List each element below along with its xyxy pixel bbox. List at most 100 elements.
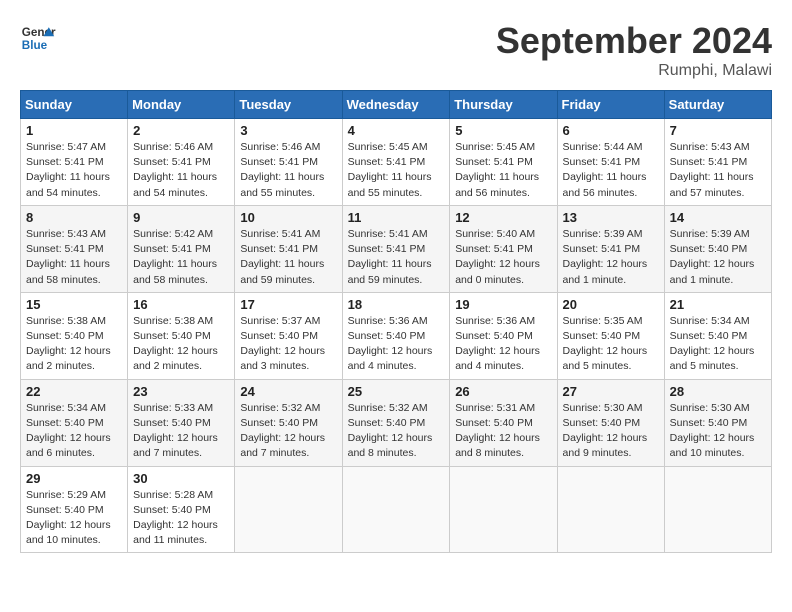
calendar-week-3: 15 Sunrise: 5:38 AMSunset: 5:40 PMDaylig… — [21, 292, 772, 379]
calendar-day-5: 5 Sunrise: 5:45 AMSunset: 5:41 PMDayligh… — [450, 119, 557, 206]
weekday-header-thursday: Thursday — [450, 91, 557, 119]
day-info: Sunrise: 5:35 AMSunset: 5:40 PMDaylight:… — [563, 314, 659, 375]
empty-day — [450, 466, 557, 553]
calendar-week-5: 29 Sunrise: 5:29 AMSunset: 5:40 PMDaylig… — [21, 466, 772, 553]
day-number: 27 — [563, 384, 659, 399]
day-number: 22 — [26, 384, 122, 399]
calendar-day-2: 2 Sunrise: 5:46 AMSunset: 5:41 PMDayligh… — [128, 119, 235, 206]
day-info: Sunrise: 5:33 AMSunset: 5:40 PMDaylight:… — [133, 401, 229, 462]
day-number: 4 — [348, 123, 445, 138]
weekday-header-friday: Friday — [557, 91, 664, 119]
day-info: Sunrise: 5:38 AMSunset: 5:40 PMDaylight:… — [26, 314, 122, 375]
day-info: Sunrise: 5:43 AMSunset: 5:41 PMDaylight:… — [26, 227, 122, 288]
calendar-day-23: 23 Sunrise: 5:33 AMSunset: 5:40 PMDaylig… — [128, 379, 235, 466]
calendar-week-1: 1 Sunrise: 5:47 AMSunset: 5:41 PMDayligh… — [21, 119, 772, 206]
calendar-day-7: 7 Sunrise: 5:43 AMSunset: 5:41 PMDayligh… — [664, 119, 771, 206]
calendar-day-27: 27 Sunrise: 5:30 AMSunset: 5:40 PMDaylig… — [557, 379, 664, 466]
day-info: Sunrise: 5:30 AMSunset: 5:40 PMDaylight:… — [563, 401, 659, 462]
day-info: Sunrise: 5:46 AMSunset: 5:41 PMDaylight:… — [133, 140, 229, 201]
day-number: 1 — [26, 123, 122, 138]
weekday-header-wednesday: Wednesday — [342, 91, 450, 119]
day-number: 16 — [133, 297, 229, 312]
day-number: 30 — [133, 471, 229, 486]
day-number: 24 — [240, 384, 336, 399]
day-info: Sunrise: 5:39 AMSunset: 5:40 PMDaylight:… — [670, 227, 766, 288]
day-number: 8 — [26, 210, 122, 225]
day-number: 2 — [133, 123, 229, 138]
day-info: Sunrise: 5:43 AMSunset: 5:41 PMDaylight:… — [670, 140, 766, 201]
day-number: 10 — [240, 210, 336, 225]
day-number: 14 — [670, 210, 766, 225]
day-number: 15 — [26, 297, 122, 312]
weekday-header-sunday: Sunday — [21, 91, 128, 119]
calendar-day-6: 6 Sunrise: 5:44 AMSunset: 5:41 PMDayligh… — [557, 119, 664, 206]
day-number: 5 — [455, 123, 551, 138]
day-number: 12 — [455, 210, 551, 225]
day-info: Sunrise: 5:30 AMSunset: 5:40 PMDaylight:… — [670, 401, 766, 462]
day-info: Sunrise: 5:45 AMSunset: 5:41 PMDaylight:… — [455, 140, 551, 201]
calendar-day-24: 24 Sunrise: 5:32 AMSunset: 5:40 PMDaylig… — [235, 379, 342, 466]
weekday-header-monday: Monday — [128, 91, 235, 119]
day-number: 28 — [670, 384, 766, 399]
day-number: 29 — [26, 471, 122, 486]
day-info: Sunrise: 5:34 AMSunset: 5:40 PMDaylight:… — [26, 401, 122, 462]
day-info: Sunrise: 5:44 AMSunset: 5:41 PMDaylight:… — [563, 140, 659, 201]
calendar-day-30: 30 Sunrise: 5:28 AMSunset: 5:40 PMDaylig… — [128, 466, 235, 553]
day-info: Sunrise: 5:41 AMSunset: 5:41 PMDaylight:… — [240, 227, 336, 288]
weekday-header-tuesday: Tuesday — [235, 91, 342, 119]
day-info: Sunrise: 5:38 AMSunset: 5:40 PMDaylight:… — [133, 314, 229, 375]
day-info: Sunrise: 5:32 AMSunset: 5:40 PMDaylight:… — [348, 401, 445, 462]
day-number: 23 — [133, 384, 229, 399]
calendar-day-29: 29 Sunrise: 5:29 AMSunset: 5:40 PMDaylig… — [21, 466, 128, 553]
day-number: 17 — [240, 297, 336, 312]
day-info: Sunrise: 5:40 AMSunset: 5:41 PMDaylight:… — [455, 227, 551, 288]
calendar-day-8: 8 Sunrise: 5:43 AMSunset: 5:41 PMDayligh… — [21, 205, 128, 292]
calendar-day-16: 16 Sunrise: 5:38 AMSunset: 5:40 PMDaylig… — [128, 292, 235, 379]
calendar-day-10: 10 Sunrise: 5:41 AMSunset: 5:41 PMDaylig… — [235, 205, 342, 292]
logo-icon: General Blue — [20, 20, 56, 56]
calendar-week-4: 22 Sunrise: 5:34 AMSunset: 5:40 PMDaylig… — [21, 379, 772, 466]
weekday-header-saturday: Saturday — [664, 91, 771, 119]
empty-day — [342, 466, 450, 553]
empty-day — [557, 466, 664, 553]
page-header: General Blue September 2024 Rumphi, Mala… — [20, 20, 772, 80]
day-number: 6 — [563, 123, 659, 138]
calendar-day-11: 11 Sunrise: 5:41 AMSunset: 5:41 PMDaylig… — [342, 205, 450, 292]
day-number: 7 — [670, 123, 766, 138]
calendar-day-22: 22 Sunrise: 5:34 AMSunset: 5:40 PMDaylig… — [21, 379, 128, 466]
calendar-day-28: 28 Sunrise: 5:30 AMSunset: 5:40 PMDaylig… — [664, 379, 771, 466]
calendar-day-13: 13 Sunrise: 5:39 AMSunset: 5:41 PMDaylig… — [557, 205, 664, 292]
calendar-day-4: 4 Sunrise: 5:45 AMSunset: 5:41 PMDayligh… — [342, 119, 450, 206]
calendar-day-26: 26 Sunrise: 5:31 AMSunset: 5:40 PMDaylig… — [450, 379, 557, 466]
day-info: Sunrise: 5:45 AMSunset: 5:41 PMDaylight:… — [348, 140, 445, 201]
empty-day — [664, 466, 771, 553]
day-number: 13 — [563, 210, 659, 225]
day-info: Sunrise: 5:42 AMSunset: 5:41 PMDaylight:… — [133, 227, 229, 288]
month-title: September 2024 — [496, 20, 772, 62]
calendar-day-9: 9 Sunrise: 5:42 AMSunset: 5:41 PMDayligh… — [128, 205, 235, 292]
day-info: Sunrise: 5:41 AMSunset: 5:41 PMDaylight:… — [348, 227, 445, 288]
calendar-day-19: 19 Sunrise: 5:36 AMSunset: 5:40 PMDaylig… — [450, 292, 557, 379]
day-number: 19 — [455, 297, 551, 312]
calendar-day-1: 1 Sunrise: 5:47 AMSunset: 5:41 PMDayligh… — [21, 119, 128, 206]
calendar-day-14: 14 Sunrise: 5:39 AMSunset: 5:40 PMDaylig… — [664, 205, 771, 292]
calendar-day-18: 18 Sunrise: 5:36 AMSunset: 5:40 PMDaylig… — [342, 292, 450, 379]
empty-day — [235, 466, 342, 553]
day-info: Sunrise: 5:31 AMSunset: 5:40 PMDaylight:… — [455, 401, 551, 462]
day-info: Sunrise: 5:36 AMSunset: 5:40 PMDaylight:… — [455, 314, 551, 375]
day-info: Sunrise: 5:28 AMSunset: 5:40 PMDaylight:… — [133, 488, 229, 549]
day-number: 3 — [240, 123, 336, 138]
calendar-day-25: 25 Sunrise: 5:32 AMSunset: 5:40 PMDaylig… — [342, 379, 450, 466]
day-info: Sunrise: 5:46 AMSunset: 5:41 PMDaylight:… — [240, 140, 336, 201]
day-number: 11 — [348, 210, 445, 225]
location-subtitle: Rumphi, Malawi — [496, 62, 772, 80]
day-number: 20 — [563, 297, 659, 312]
day-info: Sunrise: 5:34 AMSunset: 5:40 PMDaylight:… — [670, 314, 766, 375]
calendar-day-3: 3 Sunrise: 5:46 AMSunset: 5:41 PMDayligh… — [235, 119, 342, 206]
day-number: 9 — [133, 210, 229, 225]
logo: General Blue — [20, 20, 56, 56]
day-info: Sunrise: 5:37 AMSunset: 5:40 PMDaylight:… — [240, 314, 336, 375]
day-info: Sunrise: 5:29 AMSunset: 5:40 PMDaylight:… — [26, 488, 122, 549]
calendar-table: SundayMondayTuesdayWednesdayThursdayFrid… — [20, 90, 772, 553]
day-info: Sunrise: 5:47 AMSunset: 5:41 PMDaylight:… — [26, 140, 122, 201]
